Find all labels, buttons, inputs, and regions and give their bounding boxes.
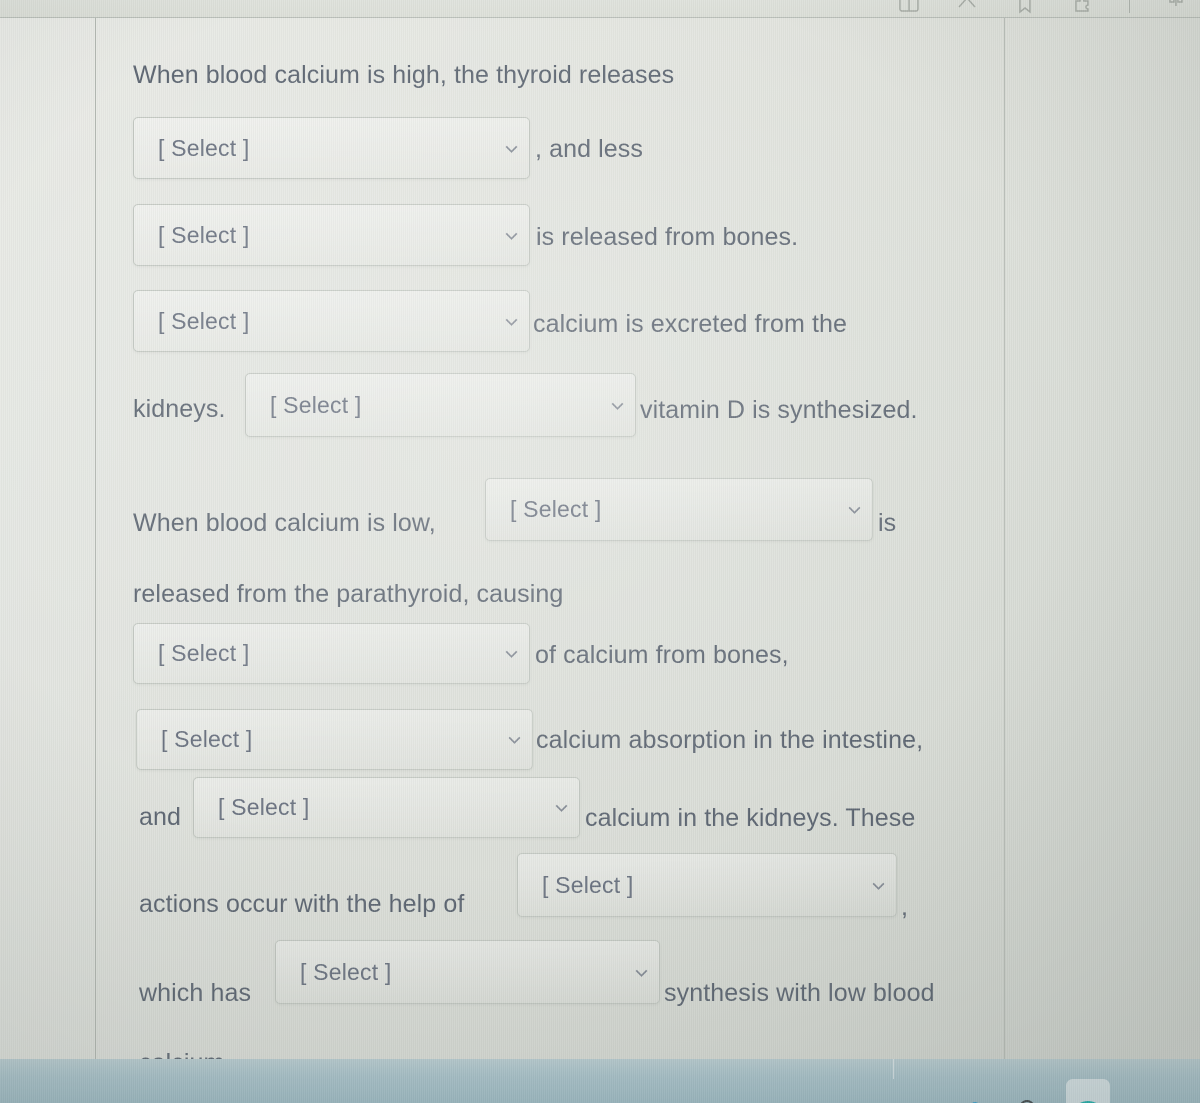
blank-7-select[interactable]: [ Select ] (136, 709, 533, 770)
chevron-down-icon (506, 731, 523, 748)
reading-list-icon[interactable] (897, 0, 921, 17)
question-text-before-blank-4: kidneys. (133, 395, 226, 423)
question-text-after-blank-8: calcium in the kidneys. These (585, 804, 916, 832)
blank-4-value: [ Select ] (270, 391, 362, 418)
question-text-after-blank-2: is released from bones. (536, 223, 799, 251)
blank-1-value: [ Select ] (158, 134, 250, 161)
question-text-intro: When blood calcium is high, the thyroid … (133, 61, 675, 89)
question-text-after-blank-9: , (901, 893, 909, 921)
blank-6-value: [ Select ] (158, 640, 250, 666)
blank-2-select[interactable]: [ Select ] (133, 204, 530, 266)
page-right-rule (1004, 17, 1005, 1059)
question-text-before-blank-9: actions occur with the help of (139, 890, 465, 918)
browser-toolbar-icon-group (897, 0, 1188, 17)
question-text-after-blank-7: calcium absorption in the intestine, (536, 726, 924, 754)
taskbar-divider (893, 1059, 894, 1079)
question-text-after-blank-6: of calcium from bones, (535, 641, 789, 669)
puzzle-icon[interactable] (1071, 0, 1095, 17)
question-text-after-blank-3: calcium is excreted from the (533, 310, 848, 338)
question-text-after-blank-10: synthesis with low blood (664, 979, 935, 1007)
chevron-down-icon (870, 877, 887, 894)
blank-6-select[interactable]: [ Select ] (133, 623, 530, 684)
browser-toolbar (0, 0, 1200, 18)
quiz-page: When blood calcium is high, the thyroid … (0, 17, 1200, 1076)
chevron-down-icon (503, 140, 520, 157)
blank-10-value: [ Select ] (300, 958, 392, 985)
blank-1-select[interactable]: [ Select ] (133, 117, 530, 179)
blank-3-value: [ Select ] (158, 307, 250, 334)
blank-8-value: [ Select ] (218, 794, 310, 820)
blank-2-value: [ Select ] (158, 221, 250, 248)
chevron-down-icon (609, 397, 626, 414)
page-left-gutter (0, 17, 96, 1059)
question-text-before-blank-10: which has (139, 979, 252, 1007)
chevron-down-icon (503, 313, 520, 330)
teal-app-icon[interactable] (1066, 1079, 1110, 1103)
toolbar-divider (1129, 0, 1130, 13)
blank-9-select[interactable]: [ Select ] (517, 853, 897, 917)
blank-10-select[interactable]: [ Select ] (275, 940, 660, 1004)
blank-9-value: [ Select ] (542, 871, 634, 898)
chevron-down-icon (503, 645, 520, 662)
question-text-after-blank-4: vitamin D is synthesized. (640, 396, 918, 424)
taskbar-icon-group (962, 1079, 1110, 1103)
chevron-down-icon (633, 964, 650, 981)
blank-7-value: [ Select ] (161, 726, 253, 752)
chevron-down-icon (503, 227, 520, 244)
extensions-icon[interactable] (955, 0, 979, 17)
question-text-after-blank-1: , and less (535, 135, 644, 163)
blank-8-select[interactable]: [ Select ] (193, 777, 580, 838)
circle-icon[interactable] (1014, 1087, 1040, 1103)
question-text-before-blank-8: and (139, 803, 182, 831)
question-text-before-blank-5: When blood calcium is low, (133, 509, 436, 537)
os-taskbar (0, 1059, 1200, 1103)
blank-5-value: [ Select ] (510, 496, 602, 522)
split-screen-icon[interactable] (1164, 0, 1188, 17)
blank-4-select[interactable]: [ Select ] (245, 373, 636, 437)
bookmark-icon[interactable] (1013, 0, 1037, 17)
chevron-down-icon (846, 501, 863, 518)
chevron-down-icon (553, 799, 570, 816)
person-icon[interactable] (962, 1087, 988, 1103)
blank-5-select[interactable]: [ Select ] (485, 478, 873, 541)
question-text-after-blank-5: is (878, 509, 897, 537)
blank-3-select[interactable]: [ Select ] (133, 290, 530, 352)
question-text-line-continuation: released from the parathyroid, causing (133, 580, 564, 608)
